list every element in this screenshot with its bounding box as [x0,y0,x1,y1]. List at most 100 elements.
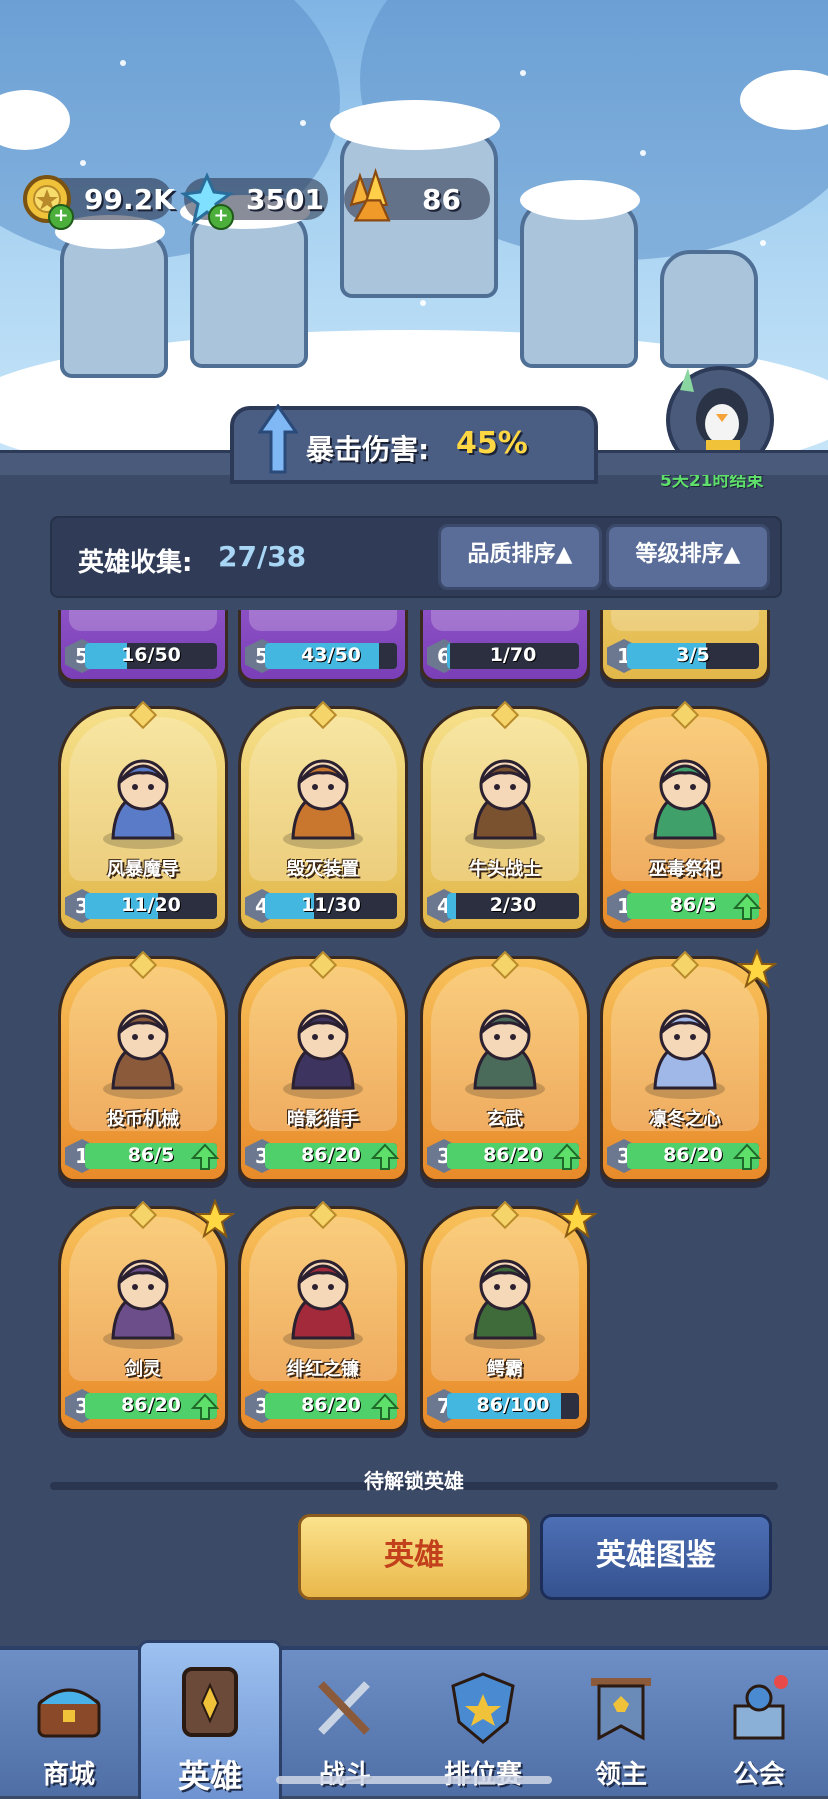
amber-crystal-value: 86 [422,183,461,216]
gold-resource[interactable]: + 99.2K [23,175,175,230]
hero-card[interactable]: 绯红之镰 3 86/20 [238,1200,408,1432]
hero-card[interactable]: 暗影猎手 3 86/20 [238,950,408,1182]
hero-button[interactable]: 英雄 [298,1514,530,1600]
hero-card-icon [182,1667,238,1737]
statue-knight [520,200,638,368]
hero-name: 巫毒祭祀 [649,859,721,880]
shard-progress-bar: 86/100 [447,1393,579,1419]
hero-card[interactable]: 5 43/50 [238,610,408,682]
up-arrow-icon [258,404,298,474]
hero-card[interactable]: 牛头战士 4 2/30 [420,700,590,932]
hero-name: 凛冬之心 [649,1109,721,1130]
hero-name: 鳄霸 [487,1359,523,1380]
star-icon [737,949,777,989]
locked-heroes-label: 待解锁英雄 [364,1469,464,1493]
hero-card[interactable]: 毁灭装置 4 11/30 [238,700,408,932]
hero-grid: 5 16/50 5 43/50 6 1/70 1 3/5 风暴魔导 3 11/20 毁灭装置 4 11/3… [0,610,828,1480]
shard-progress-bar: 16/50 [85,643,217,669]
hero-name: 剑灵 [125,1359,161,1380]
shard-progress-bar: 43/50 [265,643,397,669]
hero-card[interactable]: 1 3/5 [600,610,770,682]
home-indicator [276,1776,552,1784]
crossed-swords-icon [318,1681,370,1735]
shard-progress-bar: 1/70 [447,643,579,669]
tab-label: 英雄 [177,1757,242,1795]
sword-spirit-icon [103,1259,183,1349]
hero-card-frame [249,610,397,631]
tab-label: 公会 [732,1760,785,1790]
wizard-icon [103,759,183,849]
turtle-dragon-icon [465,1009,545,1099]
sort-by-quality-button[interactable]: 品质排序▲ [438,524,602,590]
amber-crystal-icon [349,167,391,222]
crimson-scythe-icon [283,1259,363,1349]
crocodile-brute-icon [465,1259,545,1349]
ice-crystal-resource[interactable]: + 3501 [180,172,328,230]
statue-left [60,230,168,378]
cannon-robot-icon [283,759,363,849]
tab-label: 商城 [42,1760,95,1790]
hero-codex-button[interactable]: 英雄图鉴 [540,1514,772,1600]
hero-card[interactable]: 玄武 3 86/20 [420,950,590,1182]
crit-damage-banner: 暴击伤害: 45% [230,404,598,484]
statue-slot [660,250,758,368]
guild-castle-icon [733,1675,788,1740]
hero-card[interactable]: 巫毒祭祀 1 86/5 [600,700,770,932]
hero-card-frame [431,610,579,631]
shard-progress-text: 43/50 [301,644,361,666]
tab-hero-card[interactable]: 英雄 [138,1640,282,1799]
collection-count: 27/38 [218,540,307,573]
amber-crystal-resource[interactable]: 86 [344,167,490,222]
minotaur-icon [465,759,545,849]
shard-progress-bar: 3/5 [627,643,759,669]
hero-card-frame [69,610,217,631]
hero-card[interactable]: 凛冬之心 3 86/20 [600,949,777,1182]
tab-banner[interactable]: 领主 [552,1650,690,1796]
star-icon [195,1199,235,1239]
hooded-hunter-icon [283,1009,363,1099]
slot-machine-icon [103,1009,183,1099]
hero-card[interactable]: 5 16/50 [58,610,228,682]
add-gold-icon[interactable]: + [48,204,74,230]
banner-icon [591,1678,651,1741]
shard-progress-text: 16/50 [121,644,181,666]
shard-progress-bar: 11/30 [265,893,397,919]
hero-name: 毁灭装置 [287,859,359,880]
tab-guild-castle[interactable]: 公会 [690,1650,828,1796]
bottom-tab-bar: 商城 英雄 战斗 排位赛 领主 公会 [0,1640,828,1799]
shard-progress-text: 3/5 [676,644,710,666]
shard-progress-bar: 11/20 [85,893,217,919]
treasure-chest-icon [37,1688,101,1738]
collection-label: 英雄收集: [78,548,193,578]
hero-name: 投币机械 [107,1109,179,1130]
upgrade-arrow-icon [733,893,761,920]
tab-treasure-chest[interactable]: 商城 [0,1650,138,1796]
hero-card[interactable]: 鳄霸 7 86/100 [420,1199,597,1432]
upgrade-arrow-icon [733,1143,761,1170]
hero-card[interactable]: 剑灵 3 86/20 [58,1199,235,1432]
hero-card[interactable]: 投币机械 1 86/5 [58,950,228,1182]
hero-card-frame [611,610,759,631]
tab-rank-shield[interactable]: 排位赛 [414,1650,552,1796]
penguin-event-icon[interactable] [650,360,790,460]
ice-queen-icon [645,1009,725,1099]
tab-crossed-swords[interactable]: 战斗 [276,1650,414,1796]
upgrade-arrow-icon [191,1393,219,1420]
crit-damage-value: 45% [456,426,528,461]
add-ice-crystal-icon[interactable]: + [208,204,234,230]
star-icon [557,1199,597,1239]
hero-name: 绯红之镰 [287,1359,359,1380]
hero-card[interactable]: 风暴魔导 3 11/20 [58,700,228,932]
hero-name: 玄武 [487,1109,523,1130]
crit-damage-label: 暴击伤害: [306,433,430,466]
shard-progress-text: 1/70 [489,644,537,666]
hero-name: 风暴魔导 [107,859,179,880]
hero-collection-header: 英雄收集: 27/38 品质排序▲ 等级排序▲ [50,516,782,598]
shard-progress-text: 11/20 [121,894,181,916]
upgrade-arrow-icon [553,1143,581,1170]
tab-label: 战斗 [318,1760,371,1790]
upgrade-arrow-icon [371,1393,399,1420]
sort-by-level-button[interactable]: 等级排序▲ [606,524,770,590]
hero-card[interactable]: 6 1/70 [420,610,590,682]
upgrade-arrow-icon [371,1143,399,1170]
